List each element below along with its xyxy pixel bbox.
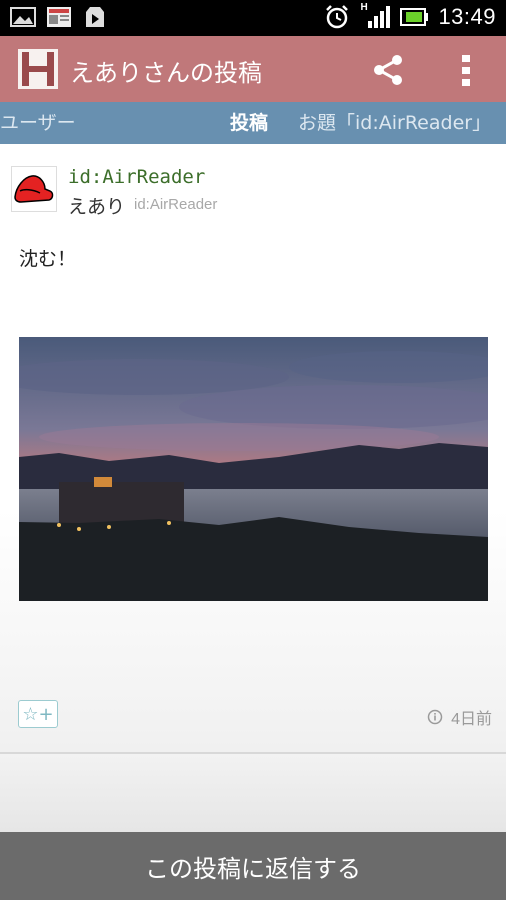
user-id-link[interactable]: id:AirReader — [68, 166, 205, 188]
status-bar: H 13:49 — [0, 0, 506, 36]
user-id-secondary: id:AirReader — [134, 196, 218, 213]
gallery-notification-icon — [10, 7, 36, 27]
more-vert-icon — [462, 55, 470, 86]
battery-icon — [400, 8, 429, 26]
signal-icon: H — [360, 2, 391, 30]
add-star-button[interactable]: ☆+ — [18, 700, 58, 728]
post-card: id:AirReader えあり id:AirReader 沈む！ ☆+ 4日前 — [0, 144, 506, 754]
action-bar: えありさんの投稿 — [0, 36, 506, 102]
post-timestamp: 4日前 — [451, 711, 492, 728]
overflow-menu-button[interactable] — [446, 50, 486, 90]
notification-icons — [10, 6, 108, 28]
post-meta: 4日前 — [427, 705, 492, 729]
sunset-lake-photo — [0, 337, 506, 601]
reply-to-post-button[interactable]: この投稿に返信する — [0, 832, 506, 900]
alarm-icon — [326, 5, 349, 29]
post-body-text: 沈む！ — [19, 248, 77, 270]
play-store-notification-icon — [86, 7, 104, 27]
app-logo[interactable] — [18, 49, 58, 89]
info-icon[interactable] — [427, 709, 443, 725]
red-hat-avatar-icon — [14, 175, 54, 203]
tab-users[interactable]: ユーザー — [0, 102, 76, 144]
page-title: えありさんの投稿 — [70, 59, 262, 87]
avatar[interactable] — [11, 166, 57, 212]
post-photo[interactable] — [0, 337, 506, 601]
tab-posts[interactable]: 投稿 — [230, 102, 268, 144]
tab-bar: ユーザー 投稿 お題「id:AirReader」 — [0, 102, 506, 144]
share-button[interactable] — [368, 50, 408, 90]
clock: 13:49 — [438, 4, 496, 29]
display-name: えあり — [68, 196, 126, 218]
share-icon — [374, 55, 402, 85]
content-spacer — [0, 754, 506, 832]
news-notification-icon — [47, 7, 71, 27]
hatena-h-logo-icon — [18, 49, 58, 89]
system-icons: H 13:49 — [324, 2, 496, 30]
tab-topic[interactable]: お題「id:AirReader」 — [298, 102, 491, 144]
